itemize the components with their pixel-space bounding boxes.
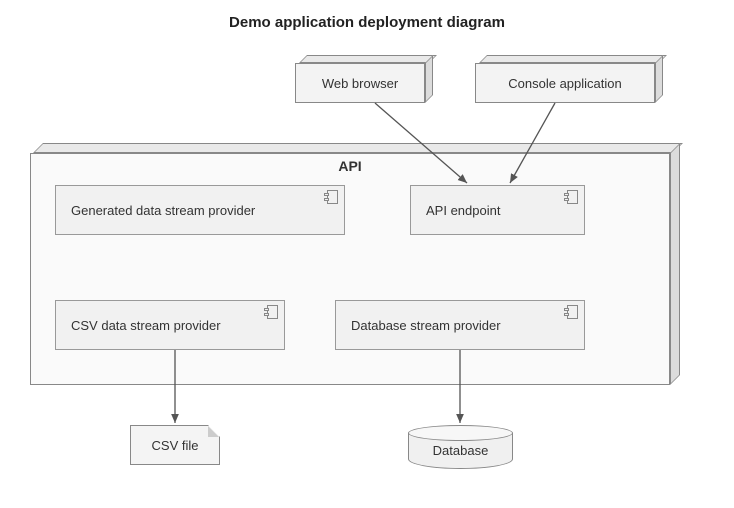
- component-db-provider-label: Database stream provider: [351, 318, 501, 333]
- component-icon: [564, 305, 578, 319]
- component-icon: [564, 190, 578, 204]
- component-icon: [324, 190, 338, 204]
- component-api-endpoint: API endpoint: [410, 185, 585, 235]
- artifact-database-label: Database: [433, 443, 489, 458]
- artifact-csv-file: CSV file: [130, 425, 220, 465]
- component-csv-provider-label: CSV data stream provider: [71, 318, 221, 333]
- component-api-endpoint-label: API endpoint: [426, 203, 500, 218]
- component-icon: [264, 305, 278, 319]
- diagram-canvas: Demo application deployment diagram Web …: [0, 0, 734, 508]
- artifact-csv-file-label: CSV file: [152, 438, 199, 453]
- node-api-label: API: [31, 158, 669, 174]
- node-web-browser-label: Web browser: [322, 76, 398, 91]
- component-csv-provider: CSV data stream provider: [55, 300, 285, 350]
- component-db-provider: Database stream provider: [335, 300, 585, 350]
- component-gen-provider-label: Generated data stream provider: [71, 203, 255, 218]
- node-console-app-label: Console application: [508, 76, 621, 91]
- component-gen-provider: Generated data stream provider: [55, 185, 345, 235]
- diagram-title: Demo application deployment diagram: [0, 14, 734, 31]
